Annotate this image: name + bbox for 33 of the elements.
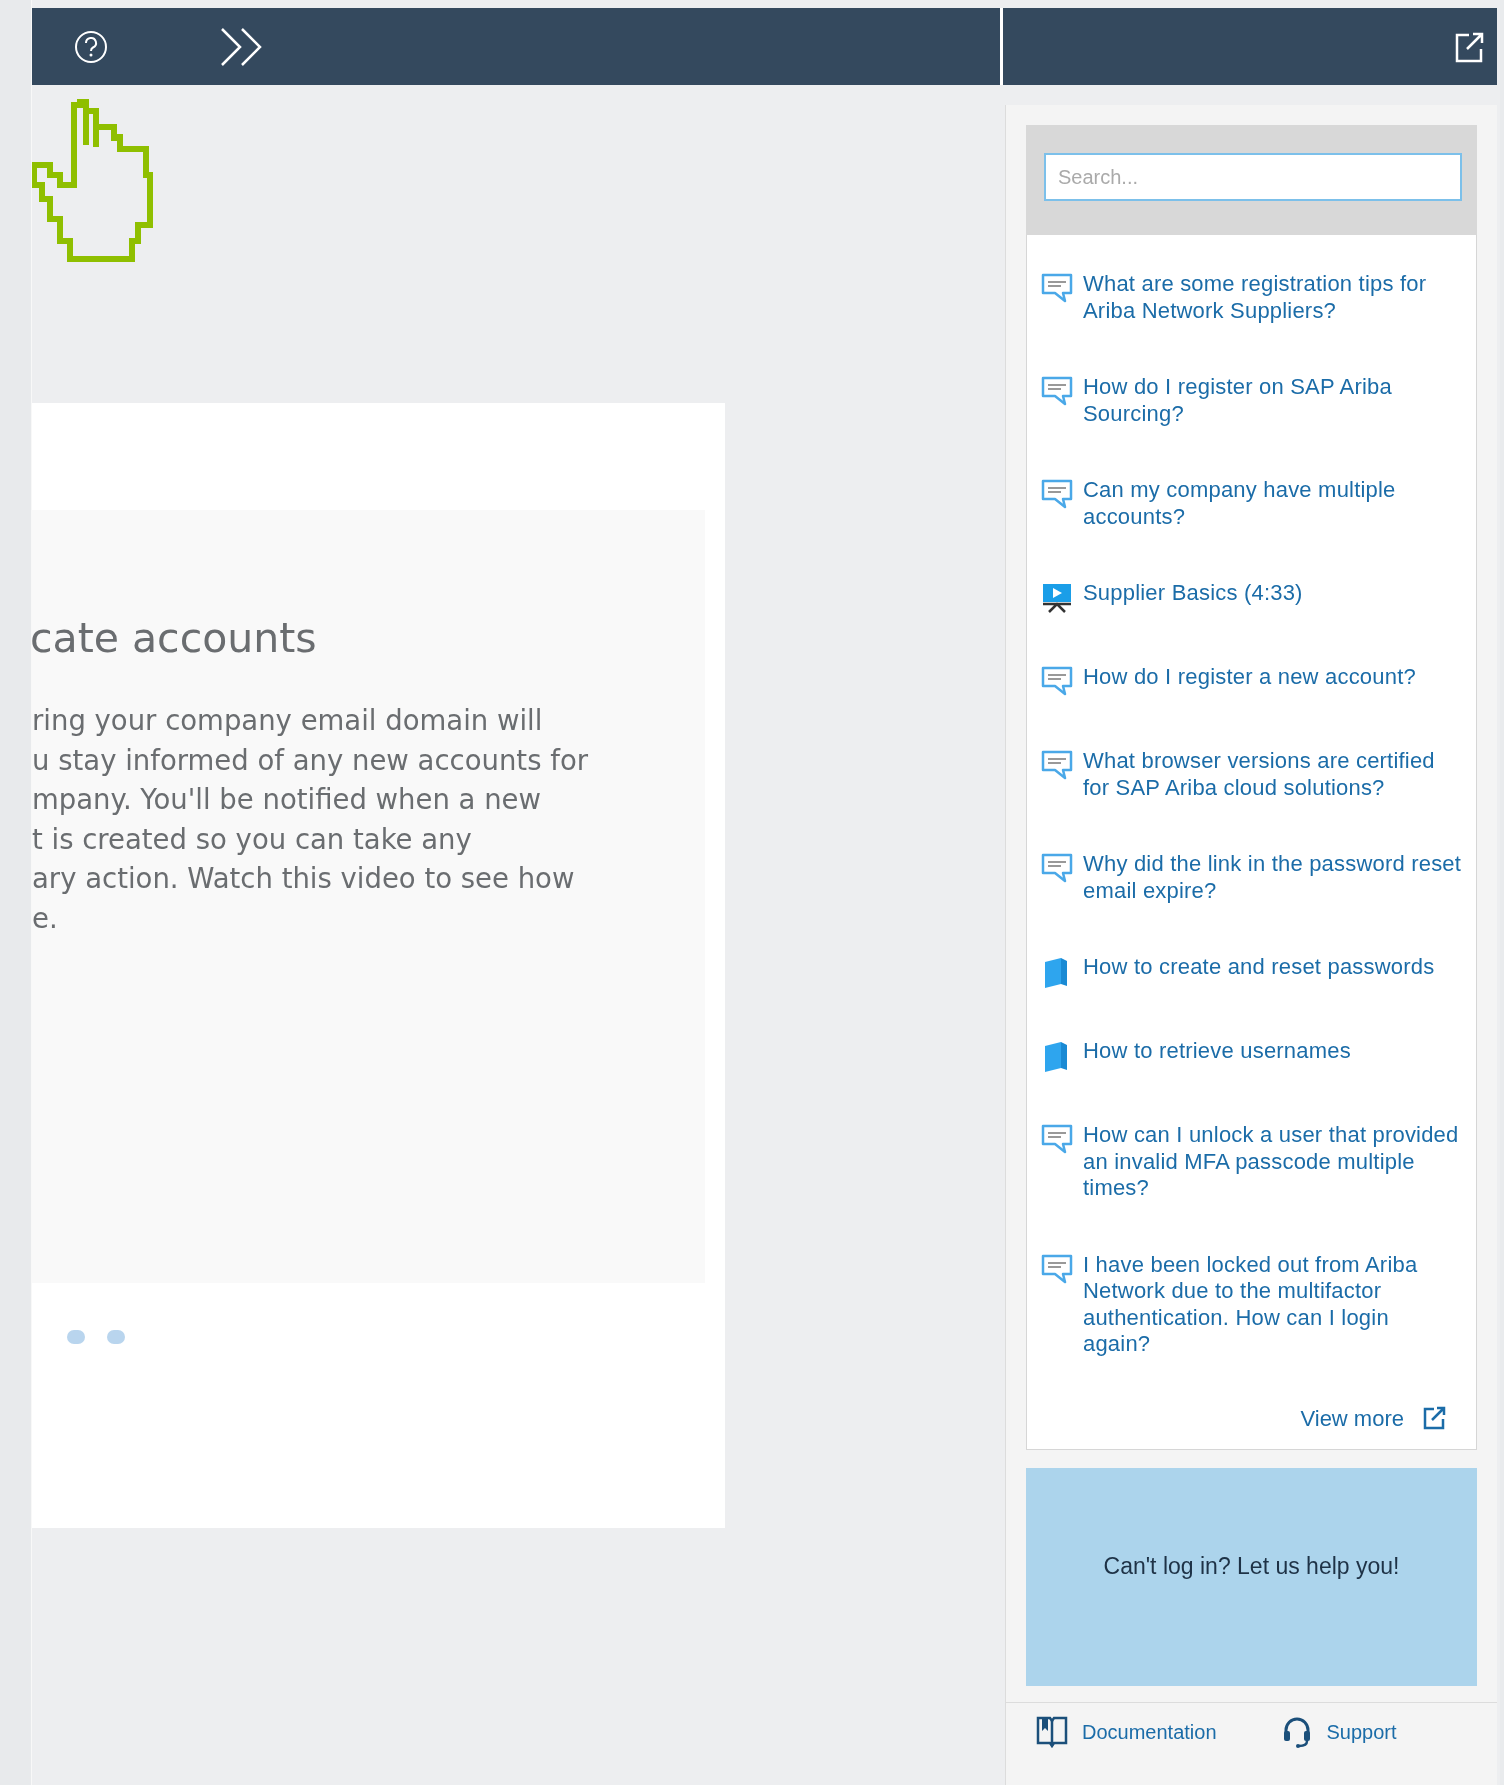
slide-heading: cate accounts (32, 618, 318, 659)
help-article-link[interactable]: How to retrieve usernames (1083, 1038, 1462, 1065)
help-article-link[interactable]: How can I unlock a user that provided an invalid MFA passcode multiple times? (1083, 1122, 1462, 1202)
help-article-link[interactable]: Supplier Basics (4:33) (1083, 580, 1462, 607)
speech-bubble-icon (1041, 853, 1073, 885)
speech-bubble-icon (1041, 1253, 1073, 1286)
search-field[interactable]: Search... (1044, 153, 1462, 201)
speech-bubble-icon (1041, 273, 1073, 305)
external-link-icon[interactable] (1453, 30, 1485, 63)
external-link-icon[interactable] (1422, 1406, 1446, 1430)
speech-bubble-icon (1041, 1124, 1073, 1156)
open-book-icon (1036, 1714, 1068, 1749)
help-icon[interactable] (74, 29, 108, 64)
help-article-link[interactable]: I have been locked out from Ariba Network due to the multifactor authentication. How can I login again? (1083, 1251, 1462, 1358)
speech-bubble-icon (1041, 376, 1073, 408)
slide-description: ring your company email domain will u stay informed of any new accounts for mpany. You'll be notified when a new t is created so you can take any ary action. Watch this video to see how e. (32, 703, 589, 936)
help-article-link[interactable]: Can my company have multiple accounts? (1083, 477, 1462, 530)
double-chevron-icon[interactable] (220, 26, 262, 67)
view-more-link[interactable]: View more (1300, 1401, 1404, 1435)
speech-bubble-icon (1041, 750, 1073, 782)
help-article-link[interactable]: What browser versions are certified for SAP Ariba cloud solutions? (1083, 748, 1462, 801)
hand-cursor-icon (32, 99, 154, 263)
footer-link[interactable]: Documentation (1036, 1714, 1217, 1749)
speech-bubble-icon (1041, 479, 1073, 511)
help-banner[interactable]: Can't log in? Let us help you! (1026, 1467, 1477, 1686)
help-article-link[interactable]: How do I register a new account? (1083, 664, 1462, 691)
help-article-link[interactable]: How do I register on SAP Ariba Sourcing? (1083, 374, 1462, 427)
footer-link[interactable]: Support (1280, 1714, 1397, 1749)
help-article-link[interactable]: How to create and reset passwords (1083, 954, 1462, 981)
speech-bubble-icon (1041, 666, 1073, 698)
video-screen-icon (1041, 582, 1073, 614)
help-article-link[interactable]: What are some registration tips for Ariba Network Suppliers? (1083, 271, 1462, 324)
help-article-link[interactable]: Why did the link in the password reset email expire? (1083, 851, 1462, 904)
